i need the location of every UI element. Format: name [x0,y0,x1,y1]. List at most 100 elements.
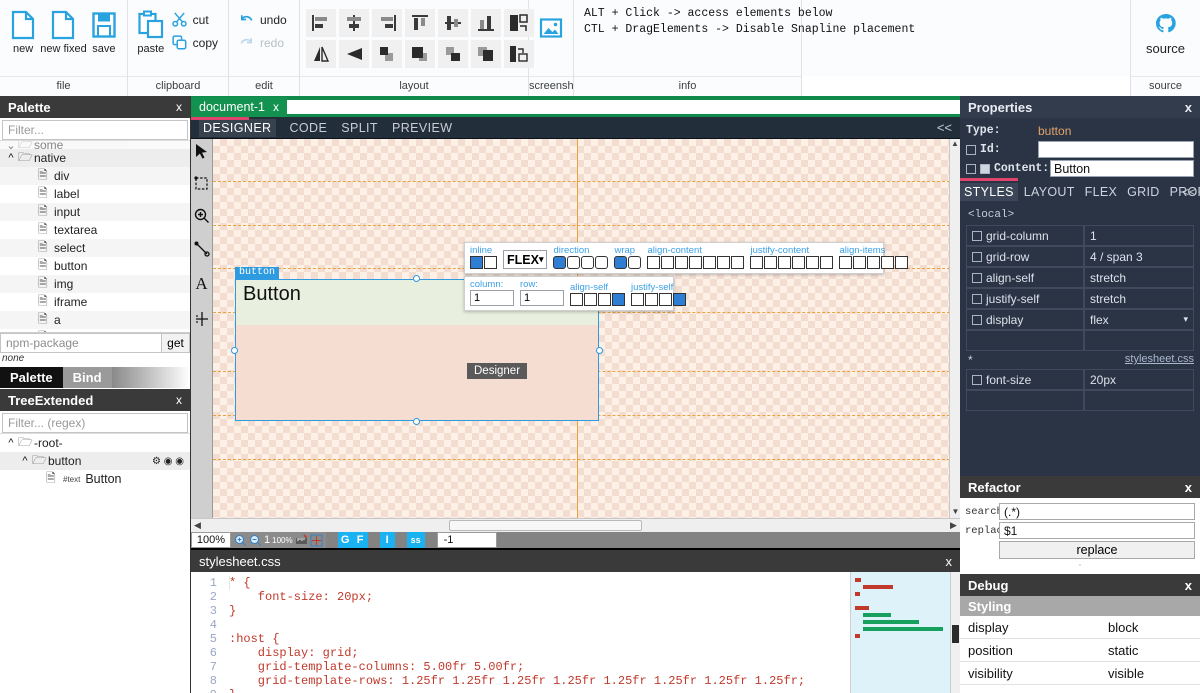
justify-self-center-button[interactable] [659,293,672,306]
debug-close-icon[interactable]: x [1185,578,1192,593]
align-content-stretch-button[interactable] [731,256,744,269]
property-content-input[interactable]: Button [1050,160,1194,177]
ruler-icon[interactable] [295,534,308,547]
properties-collapse-icon[interactable]: << [1182,185,1196,199]
rule-value[interactable]: 4 / span 3 [1090,250,1143,264]
screenshot-button[interactable] [535,4,567,40]
justify-content-space-between-button[interactable] [792,256,805,269]
hscroll-track[interactable] [204,520,947,531]
table-row[interactable]: grid-row 4 / span 3 [966,246,1194,267]
palette-item-a[interactable]: 🗎a [0,311,190,329]
palette-item-select[interactable]: 🗎select [0,239,190,257]
code-minimap[interactable] [850,572,950,693]
copy-button[interactable]: copy [168,33,222,52]
scroll-left-arrow-icon[interactable]: ◀ [191,520,204,531]
scroll-down-arrow-icon[interactable]: ▼ [950,507,960,518]
wrap-wrap-button[interactable] [628,256,641,269]
justify-content-flex-end-button[interactable] [764,256,777,269]
text-tool-icon[interactable]: A [195,274,207,294]
cursor-arrow-icon[interactable] [195,143,209,159]
inline-block-button[interactable] [470,256,483,269]
display-mode-select[interactable]: FLEX ▾ [503,250,547,269]
align-self-end-button[interactable] [584,293,597,306]
code-text-area[interactable]: * { font-size: 20px; } :host { display: … [223,572,850,693]
stylesheet-source-link[interactable]: stylesheet.css [1125,353,1194,367]
rule-checkbox[interactable] [972,273,982,283]
magnifier-zoom-icon[interactable] [194,208,210,224]
marquee-select-icon[interactable] [194,176,209,191]
rule-value[interactable]: stretch [1090,292,1126,306]
redo-button[interactable]: redo [235,33,291,52]
send-backward-icon[interactable] [438,40,468,68]
hscroll-thumb[interactable] [449,520,642,531]
tree-node-button[interactable]: ^ 🗁 button ⚙ ◉ ◉ [0,452,190,470]
info-toggle[interactable]: I [380,532,395,548]
rule-checkbox[interactable] [972,252,982,262]
tab-styles[interactable]: STYLES [960,183,1018,201]
grid-toggle[interactable]: G [338,532,353,548]
bring-forward-icon[interactable] [372,40,402,68]
align-content-center-button[interactable] [675,256,688,269]
align-left-icon[interactable] [306,9,336,37]
justify-self-start-button[interactable] [631,293,644,306]
rule-value[interactable]: flex [1090,313,1109,327]
align-items-flex-start-button[interactable] [839,256,852,269]
undo-button[interactable]: undo [235,10,291,29]
refactor-close-icon[interactable]: x [1185,480,1192,495]
new-button[interactable]: new [6,4,40,55]
resize-handle-bottom[interactable] [413,418,420,425]
wrap-nowrap-button[interactable] [614,256,627,269]
justify-self-end-button[interactable] [645,293,658,306]
palette-close-icon[interactable]: x [176,100,182,114]
table-row[interactable]: align-self stretch [966,267,1194,288]
stylesheet-close-icon[interactable]: x [946,554,953,569]
align-self-stretch-button[interactable] [612,293,625,306]
align-content-space-between-button[interactable] [689,256,702,269]
align-top-icon[interactable] [405,9,435,37]
scroll-up-arrow-icon[interactable]: ▲ [950,139,960,150]
rule-value[interactable]: 1 [1090,229,1097,243]
design-canvas[interactable]: button Button Designer inline [213,139,960,518]
justify-content-space-around-button[interactable] [806,256,819,269]
grid-row-input[interactable]: 1 [520,290,564,306]
direction-column-reverse-button[interactable] [595,256,608,269]
align-content-space-evenly-button[interactable] [717,256,730,269]
send-to-back-icon[interactable] [471,40,501,68]
palette-item-textarea[interactable]: 🗎textarea [0,221,190,239]
rule-value[interactable]: 20px [1090,373,1116,387]
snapshot-toggle[interactable]: ss [407,532,425,548]
new-fixed-button[interactable]: new fixed [40,4,86,55]
flip-diagonal-icon[interactable] [339,40,369,68]
direction-row-button[interactable] [553,256,566,269]
tab-bind[interactable]: Bind [63,367,112,388]
tab-layout[interactable]: LAYOUT [1024,185,1075,199]
align-items-stretch-button[interactable] [881,256,894,269]
tree-filter-input[interactable]: Filter... (regex) [2,413,188,433]
palette-cutoff-row[interactable]: ⌄ 🗁 some [0,141,190,149]
properties-close-icon[interactable]: x [1185,100,1192,115]
tree-node-tools[interactable]: ⚙ ◉ ◉ [152,456,190,467]
rule-checkbox[interactable] [972,375,982,385]
align-items-flex-end-button[interactable] [853,256,866,269]
paste-button[interactable]: paste [134,4,168,55]
align-right-icon[interactable] [372,9,402,37]
palette-filter-input[interactable]: Filter... [2,120,188,140]
flip-horizontal-icon[interactable] [306,40,336,68]
scroll-right-arrow-icon[interactable]: ▶ [947,520,960,531]
resize-handle-top[interactable] [413,275,420,282]
direction-column-button[interactable] [581,256,594,269]
align-content-flex-start-button[interactable] [647,256,660,269]
view-tab-code[interactable]: CODE [290,121,328,135]
direction-row-reverse-button[interactable] [567,256,580,269]
align-bottom-icon[interactable] [471,9,501,37]
palette-item-button[interactable]: 🗎button [0,257,190,275]
align-center-vertical-icon[interactable] [438,9,468,37]
align-content-flex-end-button[interactable] [661,256,674,269]
move-crosshair-icon[interactable] [194,311,210,327]
canvas-vertical-scrollbar[interactable]: ▲ ▼ [949,139,960,518]
zoom-out-icon[interactable] [249,534,262,547]
tab-grid[interactable]: GRID [1127,185,1159,199]
content-checkbox-1[interactable] [966,164,976,174]
rule-checkbox[interactable] [972,231,982,241]
table-row[interactable] [966,390,1194,411]
